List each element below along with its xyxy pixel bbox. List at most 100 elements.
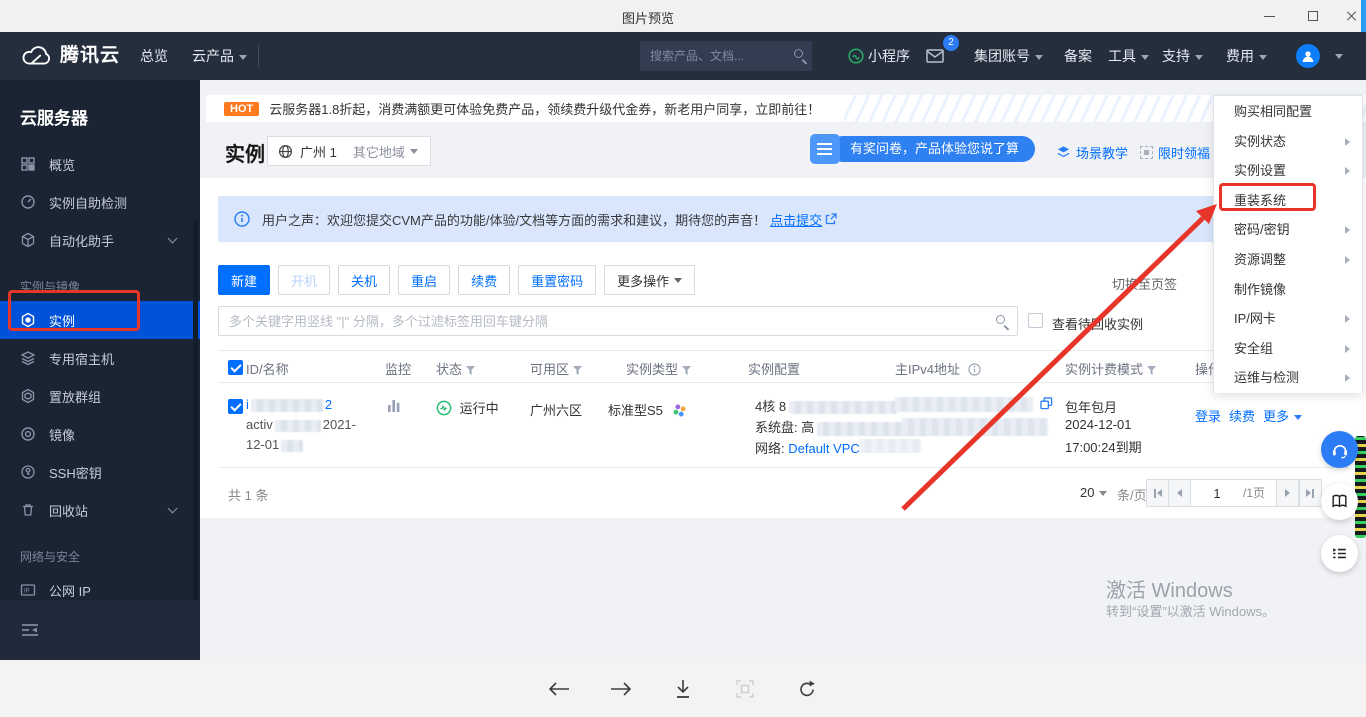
mail-icon[interactable] bbox=[926, 49, 944, 66]
nav-mini-program[interactable]: 小程序 bbox=[868, 32, 910, 80]
per-page-label: 条/页 bbox=[1117, 485, 1147, 504]
menu-item-reinstall-system[interactable]: 重装系统 bbox=[1214, 186, 1362, 216]
info-icon[interactable] bbox=[968, 363, 981, 376]
avatar-chevron-icon[interactable] bbox=[1335, 54, 1343, 59]
sidebar-item-images[interactable]: 镜像 bbox=[0, 415, 200, 453]
docs-button[interactable] bbox=[1321, 483, 1358, 520]
previous-image-button[interactable] bbox=[542, 672, 576, 706]
page-size-select[interactable]: 20 bbox=[1080, 485, 1107, 500]
menu-item-label: 运维与检测 bbox=[1234, 370, 1299, 385]
menu-item-resource-adjust[interactable]: 资源调整 bbox=[1214, 245, 1362, 275]
sidebar-item-instances[interactable]: 实例 bbox=[0, 301, 200, 339]
select-all-checkbox[interactable] bbox=[228, 360, 243, 375]
more-link[interactable]: 更多 bbox=[1263, 406, 1302, 425]
benefit-link[interactable]: 限时领福 bbox=[1140, 143, 1210, 162]
monitor-chart-icon[interactable] bbox=[388, 399, 400, 415]
brand-name[interactable]: 腾讯云 bbox=[60, 32, 120, 80]
sidebar-item-label: 实例 bbox=[49, 311, 75, 330]
nav-support[interactable]: 支持 bbox=[1162, 32, 1203, 80]
rotate-image-button[interactable] bbox=[790, 672, 824, 706]
login-link[interactable]: 登录 bbox=[1195, 406, 1221, 425]
sidebar-item-self-check[interactable]: 实例自助检测 bbox=[0, 183, 200, 221]
book-icon bbox=[1330, 492, 1349, 511]
reset-password-button[interactable]: 重置密码 bbox=[518, 265, 596, 295]
nav-search-box[interactable] bbox=[640, 41, 812, 71]
menu-item-make-image[interactable]: 制作镜像 bbox=[1214, 275, 1362, 305]
col-header-type[interactable]: 实例类型 bbox=[626, 359, 691, 378]
avatar[interactable] bbox=[1296, 44, 1320, 68]
billing-expire: 17:00:24到期 bbox=[1065, 437, 1142, 456]
promo-banner[interactable]: HOT 云服务器1.8折起，消费满额更可体验免费产品，领续费升级代金券，新老用户… bbox=[206, 95, 1366, 122]
vpc-link[interactable]: Default VPC bbox=[788, 441, 860, 456]
notice-submit-link[interactable]: 点击提交 bbox=[770, 210, 822, 229]
filter-search-input[interactable] bbox=[229, 307, 979, 335]
copy-ip-icon[interactable] bbox=[1040, 397, 1053, 413]
prev-page-button[interactable] bbox=[1169, 480, 1191, 506]
tencent-cloud-logo-icon[interactable] bbox=[20, 44, 54, 71]
next-image-button[interactable] bbox=[604, 672, 638, 706]
nav-group-account[interactable]: 集团账号 bbox=[974, 32, 1043, 80]
nav-billing[interactable]: 费用 bbox=[1226, 32, 1267, 80]
renew-link[interactable]: 续费 bbox=[1229, 406, 1255, 425]
col-header-status[interactable]: 状态 bbox=[436, 359, 475, 378]
redacted-name bbox=[275, 420, 321, 432]
layers-icon bbox=[1056, 145, 1071, 160]
sidebar-collapse-bar[interactable] bbox=[0, 600, 200, 660]
menu-item-password-key[interactable]: 密码/密钥 bbox=[1214, 215, 1362, 245]
col-header-zone[interactable]: 可用区 bbox=[530, 359, 582, 378]
menu-item-ip-nic[interactable]: IP/网卡 bbox=[1214, 304, 1362, 334]
restart-button[interactable]: 重启 bbox=[398, 265, 450, 295]
col-header-billing[interactable]: 实例计费模式 bbox=[1065, 359, 1156, 378]
first-page-button[interactable] bbox=[1147, 480, 1169, 506]
more-actions-button[interactable]: 更多操作 bbox=[604, 265, 695, 295]
nav-icp[interactable]: 备案 bbox=[1064, 32, 1092, 80]
filter-icon[interactable] bbox=[466, 366, 475, 375]
col-header-id[interactable]: ID/名称 bbox=[246, 359, 289, 378]
next-icon bbox=[1306, 489, 1311, 497]
filter-icon[interactable] bbox=[573, 366, 582, 375]
tab-switch-link[interactable]: 切换至页签 bbox=[1112, 274, 1177, 293]
instance-id-link[interactable]: i2 bbox=[246, 397, 332, 412]
search-icon[interactable] bbox=[794, 49, 803, 58]
next-page-button[interactable] bbox=[1277, 480, 1299, 506]
filter-search-box[interactable] bbox=[218, 306, 1018, 336]
last-page-button[interactable] bbox=[1299, 480, 1321, 506]
minimize-button[interactable] bbox=[1254, 6, 1284, 26]
filter-icon[interactable] bbox=[682, 366, 691, 375]
menu-item-instance-status[interactable]: 实例状态 bbox=[1214, 127, 1362, 157]
sidebar-item-ssh-keys[interactable]: SSH密钥 bbox=[0, 453, 200, 491]
recycle-checkbox[interactable] bbox=[1028, 313, 1043, 328]
page-number-input[interactable] bbox=[1191, 480, 1243, 506]
support-chat-button[interactable] bbox=[1321, 431, 1358, 468]
download-image-button[interactable] bbox=[666, 672, 700, 706]
region-selector[interactable]: 广州 1 其它地域 bbox=[267, 136, 431, 166]
survey-banner[interactable]: 有奖问卷，产品体验您说了算 bbox=[810, 134, 1035, 164]
table-row[interactable]: i2 activ2021- 12-01 运行中 广州六区 标准型S5 4核 8 … bbox=[218, 383, 1348, 467]
feedback-list-button[interactable] bbox=[1321, 535, 1358, 572]
sidebar-item-dedicated-host[interactable]: 专用宿主机 bbox=[0, 339, 200, 377]
maximize-button[interactable] bbox=[1298, 6, 1328, 26]
row-checkbox[interactable] bbox=[228, 399, 243, 414]
menu-item-buy-same-config[interactable]: 购买相同配置 bbox=[1214, 97, 1362, 127]
renew-button[interactable]: 续费 bbox=[458, 265, 510, 295]
nav-overview[interactable]: 总览 bbox=[140, 32, 168, 80]
nav-search-input[interactable] bbox=[650, 41, 780, 71]
boot-button[interactable]: 开机 bbox=[278, 265, 330, 295]
create-button[interactable]: 新建 bbox=[218, 265, 270, 295]
scene-tutorial-link[interactable]: 场景教学 bbox=[1056, 143, 1128, 162]
search-icon[interactable] bbox=[996, 315, 1005, 324]
nav-tools[interactable]: 工具 bbox=[1108, 32, 1149, 80]
shutdown-button[interactable]: 关机 bbox=[338, 265, 390, 295]
col-header-status-label: 状态 bbox=[436, 362, 462, 377]
nav-products[interactable]: 云产品 bbox=[192, 32, 247, 80]
sidebar-item-recycle-bin[interactable]: 回收站 bbox=[0, 491, 200, 529]
fit-screen-button[interactable] bbox=[728, 672, 762, 706]
filter-icon[interactable] bbox=[1147, 366, 1156, 375]
sidebar-item-automation-assistant[interactable]: 自动化助手 bbox=[0, 221, 200, 259]
sidebar-item-overview[interactable]: 概览 bbox=[0, 145, 200, 183]
menu-item-security-group[interactable]: 安全组 bbox=[1214, 334, 1362, 364]
menu-item-instance-settings[interactable]: 实例设置 bbox=[1214, 156, 1362, 186]
sidebar-item-placement-group[interactable]: 置放群组 bbox=[0, 377, 200, 415]
menu-item-ops-detect[interactable]: 运维与检测 bbox=[1214, 363, 1362, 393]
submenu-arrow-icon bbox=[1345, 345, 1350, 353]
